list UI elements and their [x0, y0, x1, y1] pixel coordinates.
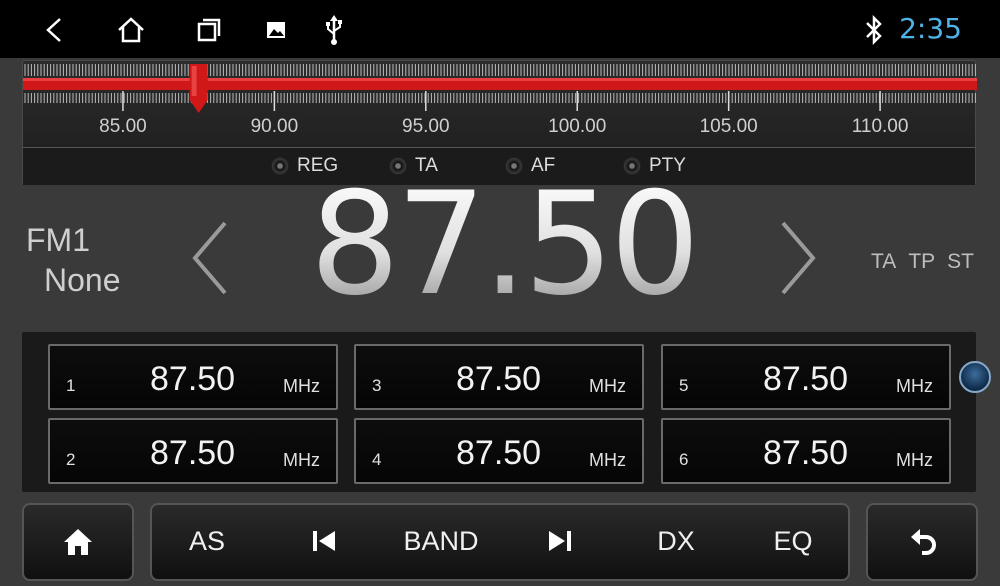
eq-button[interactable]: EQ — [773, 526, 812, 557]
preset-button-1[interactable]: 1 87.50 MHz — [48, 344, 338, 410]
recents-icon[interactable] — [193, 14, 225, 46]
frequency-scale[interactable] — [23, 61, 977, 121]
tp-indicator: TP — [908, 250, 936, 273]
scale-label: 85.00 — [99, 116, 147, 137]
tuning-needle[interactable] — [189, 64, 208, 113]
control-bar — [150, 503, 850, 581]
station-name: None — [44, 262, 121, 298]
clock: 2:35 — [899, 12, 962, 45]
scale-label: 100.00 — [548, 116, 607, 137]
preset-button-4[interactable]: 4 87.50 MHz — [354, 418, 644, 484]
return-button[interactable] — [866, 503, 978, 581]
prev-icon — [313, 531, 335, 551]
preset-button-3[interactable]: 3 87.50 MHz — [354, 344, 644, 410]
return-icon — [911, 529, 936, 555]
scale-label: 110.00 — [851, 116, 909, 137]
rds-indicators: TA TP ST — [871, 250, 974, 274]
scale-label: 95.00 — [402, 116, 450, 137]
prev-button[interactable] — [311, 528, 337, 554]
band-button[interactable]: BAND — [403, 526, 478, 557]
usb-icon — [318, 14, 350, 46]
scale-label: 105.00 — [699, 116, 758, 137]
band-label: FM1 — [26, 222, 90, 258]
st-indicator: ST — [947, 250, 974, 273]
home-icon — [64, 529, 92, 555]
next-icon — [549, 531, 571, 551]
gallery-icon[interactable] — [260, 14, 292, 46]
autostore-button[interactable]: AS — [189, 526, 225, 557]
seek-up-chevron-icon[interactable] — [778, 218, 818, 303]
scale-label: 90.00 — [250, 116, 299, 137]
ta-indicator: TA — [871, 250, 897, 273]
frequency-display: 87.50 — [309, 162, 701, 327]
back-icon[interactable] — [38, 14, 70, 46]
preset-panel: 1 87.50 MHz 2 87.50 MHz 3 87.50 MHz 4 87… — [22, 332, 976, 492]
preset-button-5[interactable]: 5 87.50 MHz — [661, 344, 951, 410]
radio-dot-icon — [271, 157, 289, 175]
status-bar: 2:35 — [0, 0, 1000, 58]
home-icon[interactable] — [115, 14, 147, 46]
floating-app-icon[interactable] — [959, 361, 991, 393]
next-button[interactable] — [547, 528, 573, 554]
preset-button-2[interactable]: 2 87.50 MHz — [48, 418, 338, 484]
dx-button[interactable]: DX — [657, 526, 695, 557]
preset-button-6[interactable]: 6 87.50 MHz — [661, 418, 951, 484]
seek-down-chevron-icon[interactable] — [190, 218, 230, 303]
home-button[interactable] — [22, 503, 134, 581]
bluetooth-icon — [858, 14, 890, 46]
